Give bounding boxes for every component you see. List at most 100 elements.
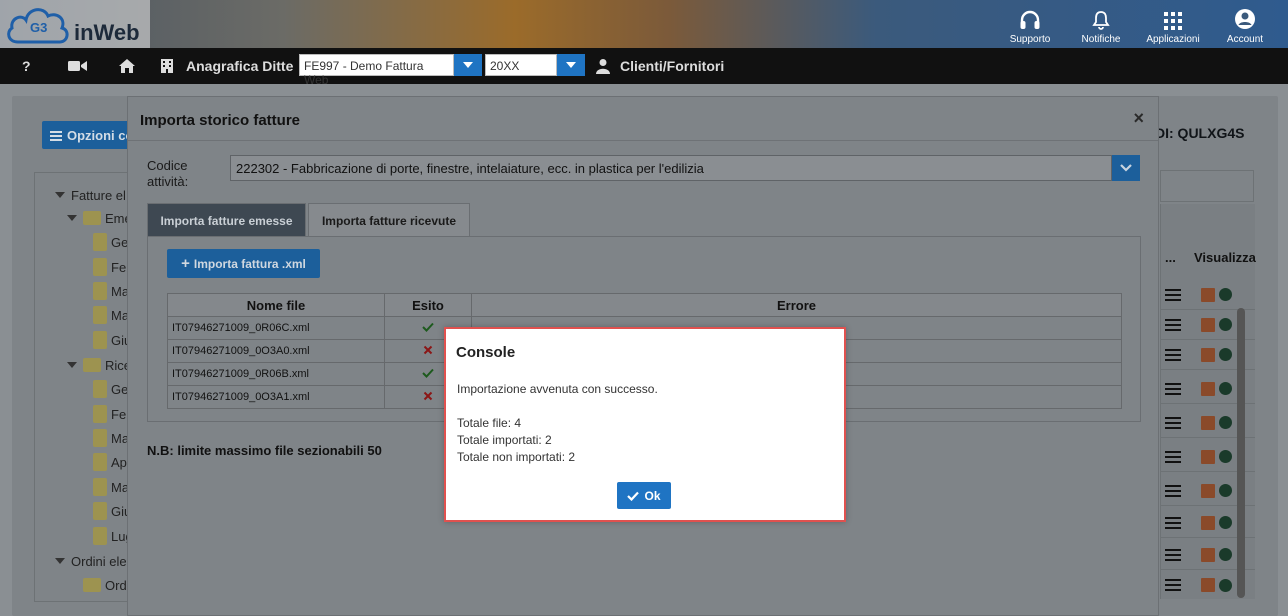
- logo[interactable]: G3 inWeb: [0, 0, 150, 48]
- import-xml-button[interactable]: + Importa fattura .xml: [167, 249, 320, 278]
- tree-node[interactable]: Fatture el: [55, 185, 126, 205]
- tree-node[interactable]: Ma: [93, 281, 129, 301]
- folder-icon: [93, 233, 107, 251]
- folder-icon: [93, 478, 107, 496]
- folder-icon: [83, 578, 101, 592]
- menu-icon[interactable]: [1165, 546, 1181, 564]
- pdf-icon[interactable]: [1201, 449, 1215, 464]
- ok-button-label: Ok: [644, 488, 661, 503]
- anagrafica-ditte-label: Anagrafica Ditte: [186, 58, 294, 74]
- pdf-icon[interactable]: [1201, 287, 1215, 302]
- pdf-icon[interactable]: [1201, 578, 1215, 592]
- menu-icon[interactable]: [1165, 286, 1181, 304]
- globe-icon[interactable]: [1219, 288, 1232, 301]
- header-esito[interactable]: Esito: [384, 293, 472, 317]
- tree-node[interactable]: Ge: [93, 379, 128, 399]
- tree-node[interactable]: Ge: [93, 232, 128, 252]
- menu-icon[interactable]: [1165, 380, 1181, 398]
- grid-header-view: Visualizza: [1194, 250, 1256, 265]
- sliders-icon: [50, 130, 62, 141]
- account-button[interactable]: Account: [1210, 0, 1280, 48]
- menu-icon[interactable]: [1165, 346, 1181, 364]
- year-select-toggle[interactable]: [557, 54, 585, 76]
- cross-icon: [423, 391, 433, 400]
- totale-non-importati: Totale non importati: 2: [457, 450, 576, 464]
- logo-text: inWeb: [74, 20, 140, 45]
- support-button[interactable]: Supporto: [995, 0, 1065, 48]
- globe-icon[interactable]: [1219, 484, 1232, 497]
- user-circle-icon: [1235, 9, 1255, 29]
- close-icon[interactable]: ×: [1133, 108, 1144, 129]
- globe-icon[interactable]: [1219, 578, 1232, 592]
- company-select-toggle[interactable]: [454, 54, 482, 76]
- menu-icon[interactable]: [1165, 448, 1181, 466]
- help-button[interactable]: ?: [22, 48, 31, 84]
- folder-open-icon: [83, 211, 101, 225]
- modal-header: Importa storico fatture ×: [128, 97, 1158, 141]
- pdf-icon[interactable]: [1201, 515, 1215, 530]
- building-icon: [161, 59, 173, 73]
- folder-icon: [93, 453, 107, 471]
- globe-icon[interactable]: [1219, 416, 1232, 429]
- tree-node[interactable]: Ma: [93, 305, 129, 325]
- menu-icon[interactable]: [1165, 514, 1181, 532]
- codice-attivita-toggle[interactable]: [1112, 155, 1140, 181]
- anagrafica-ditte-link[interactable]: Anagrafica Ditte: [160, 48, 293, 84]
- tree-node-label: Ordini ele: [71, 553, 127, 569]
- menu-icon[interactable]: [1165, 482, 1181, 500]
- globe-icon[interactable]: [1219, 548, 1232, 561]
- file-name-cell: IT07946271009_0O3A0.xml: [167, 339, 385, 363]
- options-button-label: Opzioni co: [67, 127, 134, 143]
- tree-node[interactable]: Giu: [93, 330, 131, 350]
- ok-button[interactable]: Ok: [617, 482, 671, 509]
- tree-node[interactable]: Rice: [67, 355, 131, 375]
- grid-scrollbar[interactable]: [1237, 308, 1245, 598]
- pdf-icon[interactable]: [1201, 547, 1215, 562]
- menu-icon[interactable]: [1165, 414, 1181, 432]
- year-select[interactable]: 20XX: [485, 54, 557, 76]
- menu-icon[interactable]: [1165, 576, 1181, 594]
- tree-node[interactable]: Ap: [93, 452, 127, 472]
- tab-importa-fatture-ricevute[interactable]: Importa fatture ricevute: [308, 203, 470, 237]
- top-header: G3 inWeb Supporto Notifiche Applicazioni…: [0, 0, 1288, 48]
- tree-node[interactable]: Ma: [93, 428, 129, 448]
- tree-node[interactable]: Eme: [67, 208, 132, 228]
- codice-attivita-select[interactable]: 222302 - Fabbricazione di porte, finestr…: [230, 155, 1112, 181]
- pdf-icon[interactable]: [1201, 415, 1215, 430]
- clienti-fornitori-link[interactable]: Clienti/Fornitori: [596, 48, 724, 84]
- tab-importa-fatture-emesse[interactable]: Importa fatture emesse: [147, 203, 306, 237]
- console-message: Importazione avvenuta con successo.: [457, 382, 658, 396]
- tree-node[interactable]: Ordi: [83, 575, 130, 595]
- headset-icon: [1020, 10, 1040, 29]
- checkmark-icon: [422, 322, 434, 332]
- help-label: ?: [22, 58, 31, 74]
- home-button[interactable]: [118, 48, 136, 84]
- pdf-icon[interactable]: [1201, 347, 1215, 362]
- support-label: Supporto: [1009, 34, 1051, 45]
- folder-icon: [93, 258, 107, 276]
- codice-label-line-2: attività:: [147, 174, 189, 189]
- applications-button[interactable]: Applicazioni: [1137, 0, 1209, 48]
- header-nome-file[interactable]: Nome file: [167, 293, 385, 317]
- globe-icon[interactable]: [1219, 382, 1232, 395]
- cross-icon: [423, 345, 433, 354]
- tree-node[interactable]: Giu: [93, 501, 131, 521]
- tree-node[interactable]: Ma: [93, 477, 129, 497]
- totale-importati: Totale importati: 2: [457, 433, 552, 447]
- globe-icon[interactable]: [1219, 318, 1232, 331]
- globe-icon[interactable]: [1219, 348, 1232, 361]
- notifications-button[interactable]: Notifiche: [1066, 0, 1136, 48]
- tree-node[interactable]: Ordini ele: [55, 551, 127, 571]
- pdf-icon[interactable]: [1201, 483, 1215, 498]
- globe-icon[interactable]: [1219, 516, 1232, 529]
- tree-node-label: Ap: [111, 454, 127, 470]
- header-errore[interactable]: Errore: [471, 293, 1122, 317]
- globe-icon[interactable]: [1219, 450, 1232, 463]
- menu-icon[interactable]: [1165, 316, 1181, 334]
- pdf-icon[interactable]: [1201, 317, 1215, 332]
- expand-arrow-icon: [67, 215, 77, 221]
- video-button[interactable]: [68, 48, 88, 84]
- pdf-icon[interactable]: [1201, 381, 1215, 396]
- caret-down-icon: [566, 62, 576, 68]
- company-select[interactable]: FE997 - Demo Fattura Web: [299, 54, 454, 87]
